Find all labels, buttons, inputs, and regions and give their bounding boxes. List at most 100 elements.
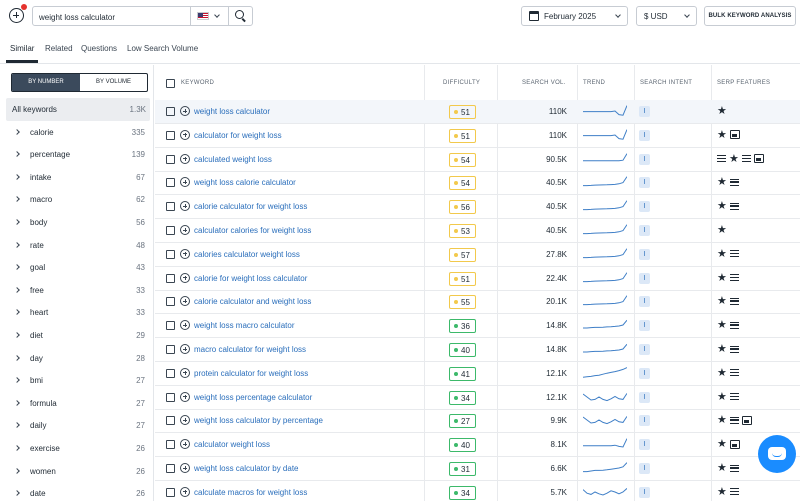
chevron-down-icon[interactable] — [214, 12, 220, 18]
add-to-list-icon[interactable] — [180, 106, 190, 116]
chevron-right-icon[interactable] — [14, 264, 20, 271]
search-input[interactable] — [39, 11, 189, 23]
chat-support-button[interactable] — [758, 435, 796, 473]
add-to-list-icon[interactable] — [180, 296, 190, 307]
search-intent-badge[interactable]: I — [639, 248, 650, 260]
add-to-list-icon[interactable] — [180, 367, 190, 378]
by-volume-button[interactable]: BY VOLUME — [80, 74, 147, 91]
row-checkbox[interactable] — [166, 107, 175, 116]
column-header-difficulty[interactable]: DIFFICULTY — [443, 80, 480, 86]
chevron-right-icon[interactable] — [14, 445, 20, 451]
group-item[interactable]: macro 62 — [0, 188, 153, 211]
group-item[interactable]: exercise 26 — [0, 437, 153, 460]
add-to-list-icon[interactable] — [180, 153, 190, 164]
search-intent-badge[interactable]: I — [639, 486, 650, 498]
search-icon[interactable] — [235, 10, 244, 19]
row-checkbox[interactable] — [166, 226, 175, 235]
search-intent-badge[interactable]: I — [639, 201, 650, 213]
search-intent-badge[interactable]: I — [639, 272, 650, 284]
group-item[interactable]: daily 27 — [0, 414, 153, 437]
group-item[interactable]: body 56 — [0, 211, 153, 234]
add-to-list-icon[interactable] — [180, 272, 190, 283]
group-item[interactable]: intake 67 — [0, 166, 153, 189]
tab-related[interactable]: Related — [45, 44, 73, 53]
row-checkbox[interactable] — [166, 249, 175, 259]
column-header-search-intent[interactable]: SEARCH INTENT — [640, 80, 692, 86]
add-to-list-icon[interactable] — [180, 201, 190, 212]
keyword-link[interactable]: calculator calories for weight loss — [194, 226, 311, 235]
by-number-button[interactable]: BY NUMBER — [12, 74, 80, 91]
add-to-list-icon[interactable] — [180, 248, 190, 259]
row-checkbox[interactable] — [166, 345, 175, 354]
group-item[interactable]: day 28 — [0, 347, 153, 370]
tab-low-search-volume[interactable]: Low Search Volume — [127, 44, 198, 53]
add-project-button[interactable] — [9, 8, 24, 23]
row-checkbox[interactable] — [166, 487, 175, 497]
row-checkbox[interactable] — [166, 297, 175, 307]
add-to-list-icon[interactable] — [180, 391, 190, 402]
bulk-keyword-analysis-button[interactable]: BULK KEYWORD ANALYSIS — [704, 6, 796, 26]
add-to-list-icon[interactable] — [180, 320, 190, 331]
row-checkbox[interactable] — [166, 464, 175, 473]
chevron-right-icon[interactable] — [14, 490, 20, 497]
search-intent-badge[interactable]: I — [639, 153, 650, 165]
row-checkbox[interactable] — [166, 440, 175, 450]
group-item-all-keywords[interactable]: All keywords 1.3K — [6, 98, 150, 121]
chevron-right-icon[interactable] — [14, 219, 20, 225]
keyword-link[interactable]: weight loss calculator — [194, 107, 270, 116]
search-intent-badge[interactable]: I — [639, 320, 650, 332]
group-item[interactable]: percentage 139 — [0, 143, 153, 166]
add-to-list-icon[interactable] — [180, 129, 190, 140]
row-checkbox[interactable] — [166, 416, 175, 426]
tab-questions[interactable]: Questions — [81, 44, 117, 53]
keyword-link[interactable]: weight loss percentage calculator — [194, 393, 312, 402]
date-dropdown[interactable]: February 2025 — [521, 6, 628, 26]
chevron-right-icon[interactable] — [14, 467, 20, 474]
keyword-link[interactable]: calories calculator weight loss — [194, 250, 300, 259]
keyword-link[interactable]: calorie for weight loss calculator — [194, 274, 307, 283]
search-intent-badge[interactable]: I — [639, 415, 650, 427]
currency-dropdown[interactable]: $ USD — [636, 6, 697, 26]
group-item[interactable]: free 33 — [0, 279, 153, 302]
search-intent-badge[interactable]: I — [639, 296, 650, 308]
chevron-right-icon[interactable] — [14, 151, 20, 158]
group-item[interactable]: bmi 27 — [0, 369, 153, 392]
chevron-right-icon[interactable] — [14, 422, 20, 429]
select-all-checkbox[interactable] — [166, 79, 175, 88]
search-intent-badge[interactable]: I — [639, 439, 650, 451]
keyword-link[interactable]: weight loss calculator by date — [194, 464, 299, 473]
keyword-link[interactable]: calorie calculator and weight loss — [194, 297, 311, 306]
chevron-right-icon[interactable] — [14, 196, 20, 203]
group-item[interactable]: goal 43 — [0, 256, 153, 279]
chevron-right-icon[interactable] — [14, 399, 20, 406]
search-intent-badge[interactable]: I — [639, 463, 650, 474]
chevron-right-icon[interactable] — [14, 354, 20, 361]
chevron-right-icon[interactable] — [14, 241, 20, 248]
row-checkbox[interactable] — [166, 202, 175, 212]
keyword-link[interactable]: calculator weight loss — [194, 440, 270, 449]
search-intent-badge[interactable]: I — [639, 225, 650, 236]
add-to-list-icon[interactable] — [180, 439, 190, 450]
row-checkbox[interactable] — [166, 368, 175, 378]
keyword-link[interactable]: calculated weight loss — [194, 155, 272, 164]
group-item[interactable]: women 26 — [0, 460, 153, 483]
keyword-link[interactable]: macro calculator for weight loss — [194, 345, 306, 354]
search-intent-badge[interactable]: I — [639, 177, 650, 189]
keyword-link[interactable]: weight loss calculator by percentage — [194, 416, 323, 425]
us-flag-icon[interactable] — [197, 12, 209, 20]
column-header-keyword[interactable]: KEYWORD — [181, 80, 214, 86]
search-intent-badge[interactable]: I — [639, 344, 650, 355]
search-intent-badge[interactable]: I — [639, 129, 650, 141]
add-to-list-icon[interactable] — [180, 415, 190, 426]
keyword-link[interactable]: weight loss calorie calculator — [194, 178, 296, 187]
keyword-link[interactable]: calculator for weight loss — [194, 131, 282, 140]
chevron-right-icon[interactable] — [14, 309, 20, 316]
column-header-trend[interactable]: TREND — [583, 80, 605, 86]
keyword-link[interactable]: calorie calculator for weight loss — [194, 202, 307, 211]
column-header-serp-features[interactable]: SERP FEATURES — [717, 80, 770, 86]
group-item[interactable]: formula 27 — [0, 392, 153, 415]
row-checkbox[interactable] — [166, 130, 175, 140]
row-checkbox[interactable] — [166, 154, 175, 164]
add-to-list-icon[interactable] — [180, 463, 190, 473]
chevron-right-icon[interactable] — [14, 173, 20, 180]
